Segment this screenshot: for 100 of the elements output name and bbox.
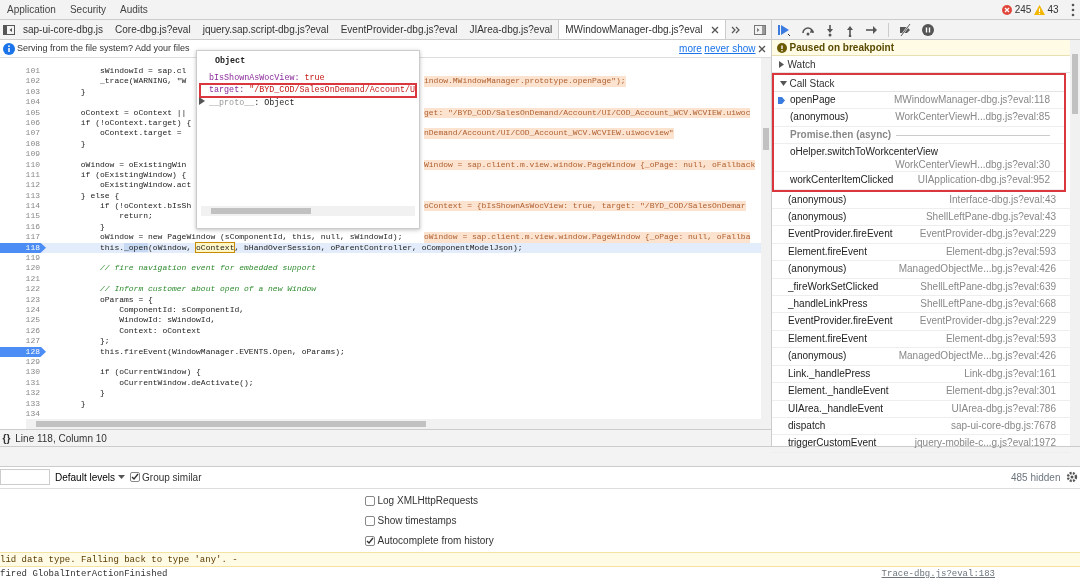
code-line: oWindow = oExistingWin [79, 159, 187, 169]
code-line: } [79, 86, 86, 96]
line-number: 107 [24, 128, 41, 139]
level-dropdown[interactable]: Default levels [55, 469, 125, 485]
line-number: 116 [24, 221, 41, 233]
popover-title: Object [214, 55, 247, 68]
code-line: oContext = oContext || [79, 107, 187, 117]
inline-value: Window = sap.client.m.view.window.PageWindow {_oPage: null, oFallback [424, 159, 756, 170]
checkbox-label[interactable]: Log XMLHttpRequests [377, 493, 479, 509]
call-frame[interactable]: (anonymous) Interface-dbg.js?eval:43 [772, 191, 1070, 210]
inline-value: nDemand/Account/UI/COD_Account_WCV.WCVIEW.uiwocview" [424, 128, 674, 139]
line-number: 125 [24, 315, 41, 326]
code-line: _trace(WARNING, "W [99, 76, 187, 86]
hidden-count: 485 hidden [1011, 470, 1061, 485]
info-link[interactable]: never show [704, 41, 756, 56]
inline-value: oWindow = sap.client.m.view.window.PageWindow {_oPage: null, oFallba [424, 232, 751, 243]
file-tab[interactable]: Core-dbg.js?eval [109, 20, 197, 39]
line-number: 105 [24, 107, 41, 118]
cursor-position: Line 118, Column 10 [15, 431, 107, 446]
call-frame[interactable]: dispatch sap-ui-core-dbg.js:7678 [772, 417, 1070, 436]
call-frame[interactable]: workCenterItemClicked UIApplication-dbg.js?eval:952 [774, 172, 1064, 190]
call-frame[interactable]: (anonymous) ManagedObjectMe...bg.js?eval:426 [772, 348, 1070, 366]
code-line: }; [99, 336, 110, 346]
info-message: Serving from the file system? Add your files [17, 41, 190, 55]
call-frame[interactable]: openPage MWindowManager-dbg.js?eval:118 [774, 92, 1064, 110]
line-number: 120 [24, 263, 41, 274]
pretty-print-button[interactable]: {} [2, 430, 11, 446]
line-number: 115 [24, 211, 41, 222]
line-number: 122 [24, 284, 41, 295]
panel-tab[interactable]: Application [0, 0, 63, 19]
call-frame[interactable]: (anonymous) ManagedObjectMe...bg.js?eval:426 [772, 261, 1070, 279]
line-number: 132 [24, 388, 41, 399]
line-number: 124 [24, 305, 41, 316]
section-header[interactable]: Call Stack [774, 75, 1064, 92]
error-count: 245 [1014, 3, 1032, 17]
line-number: 129 [24, 356, 41, 368]
call-frame[interactable]: oHelper.switchToWorkcenterView WorkCenterViewH...dbg.js?eval:30 [774, 144, 1064, 173]
code-line: if (oExistingWindow) { [79, 169, 187, 179]
line-number: 112 [24, 180, 41, 191]
line-number: 133 [24, 398, 41, 409]
line-number: 127 [24, 336, 41, 347]
line-number: 123 [24, 294, 41, 305]
code-line: } else { [79, 190, 120, 200]
code-line: oWindow = new PageWindow (sComponentId, this, null, sWindowId); [99, 232, 403, 242]
call-frame[interactable]: EventProvider.fireEvent EventProvider-dbg.js?eval:229 [772, 226, 1070, 244]
line-number: 108 [24, 138, 41, 150]
call-frame[interactable]: (anonymous) WorkCenterViewH...dbg.js?eval:85 [774, 109, 1064, 127]
line-number: 119 [24, 253, 41, 264]
code-line: if (oCurrentWindow) { [99, 367, 201, 377]
code-line: } [79, 398, 86, 408]
checkbox-label[interactable]: Autocomplete from history [377, 533, 494, 549]
code-line: sWindowId = sap.cl [99, 66, 187, 75]
line-number: 101 [24, 66, 41, 77]
info-link[interactable]: more [679, 41, 702, 56]
code-line: if (!oContext.target) { [79, 117, 192, 127]
checkbox-label[interactable]: Show timestamps [377, 513, 457, 529]
call-frame[interactable]: (anonymous) ShellLeftPane-dbg.js?eval:43 [772, 209, 1070, 227]
line-number: 106 [24, 117, 41, 129]
inline-value: get: "/BYD_COD/SalesOnDemand/Account/UI/COD_Account_WCV.WCVIEW.uiwoc [424, 107, 751, 118]
line-number: 111 [24, 169, 41, 181]
line-number: 121 [24, 273, 41, 285]
warning-message: lid data type. Falling back to type 'any'. - [0, 554, 238, 567]
line-number: 103 [24, 86, 41, 98]
section-header[interactable]: Watch [772, 56, 1070, 73]
call-frame[interactable]: UIArea._handleEvent UIArea-dbg.js?eval:786 [772, 400, 1070, 418]
call-frame[interactable]: _fireWorkSetClicked ShellLeftPane-dbg.js?eval:639 [772, 278, 1070, 297]
source-link[interactable]: Trace-dbg.js?eval:183 [881, 567, 995, 582]
checkbox-label[interactable]: Group similar [142, 469, 202, 485]
file-tab[interactable]: JIArea-dbg.js?eval [463, 20, 559, 39]
line-number: 102 [24, 76, 41, 87]
log-message: fired GlobalInterActionFinished [0, 568, 168, 582]
code-line: Context: oContext [118, 325, 201, 335]
file-tab[interactable]: EventProvider-dbg.js?eval [334, 20, 464, 39]
call-frame[interactable]: Element.fireEvent Element-dbg.js?eval:593 [772, 243, 1070, 262]
object-property[interactable]: bIsShownAsWocView: true [197, 71, 419, 85]
object-property[interactable]: target: "/BYD_COD/SalesOnDemand/Account/U [201, 84, 415, 96]
code-line: ComponentId: sComponentId, [118, 305, 245, 314]
line-number: 114 [24, 201, 41, 212]
code-line: } [99, 221, 105, 231]
call-frame[interactable]: Link._handlePress Link-dbg.js?eval:161 [772, 365, 1070, 384]
code-line: this.fireEvent(WindowManager.EVENTS.Open, oParams); [99, 346, 345, 356]
call-frame[interactable]: _handleLinkPress ShellLeftPane-dbg.js?eval:668 [772, 296, 1070, 314]
code-line: if (!oContext.bIsSh [99, 201, 192, 211]
line-number: 126 [24, 325, 41, 337]
file-tab[interactable]: jquery.sap.script-dbg.js?eval [196, 20, 335, 39]
panel-tab[interactable]: Security [62, 0, 114, 19]
call-frame[interactable]: Element.fireEvent Element-dbg.js?eval:593 [772, 330, 1070, 349]
panel-tab[interactable]: Audits [113, 0, 155, 19]
code-line: return; [118, 211, 153, 221]
line-number: 109 [24, 149, 41, 160]
code-comment: // fire navigation event for embedded support [99, 263, 317, 273]
line-number: 117 [24, 232, 41, 243]
warning-count: 43 [1047, 3, 1059, 17]
file-tab[interactable]: sap-ui-core-dbg.js [17, 20, 110, 39]
file-tab[interactable]: MWindowManager-dbg.js?eval [558, 20, 726, 39]
code-line: } [99, 388, 105, 398]
code-line: this._open(oWindow, oContext, bHandOverSession, oParentController, oComponentModelJson); [99, 242, 523, 254]
call-frame[interactable]: Element._handleEvent Element-dbg.js?eval:301 [772, 383, 1070, 401]
call-frame[interactable]: EventProvider.fireEvent EventProvider-dbg.js?eval:229 [772, 313, 1070, 331]
object-property[interactable]: __proto__: Object [197, 95, 419, 110]
